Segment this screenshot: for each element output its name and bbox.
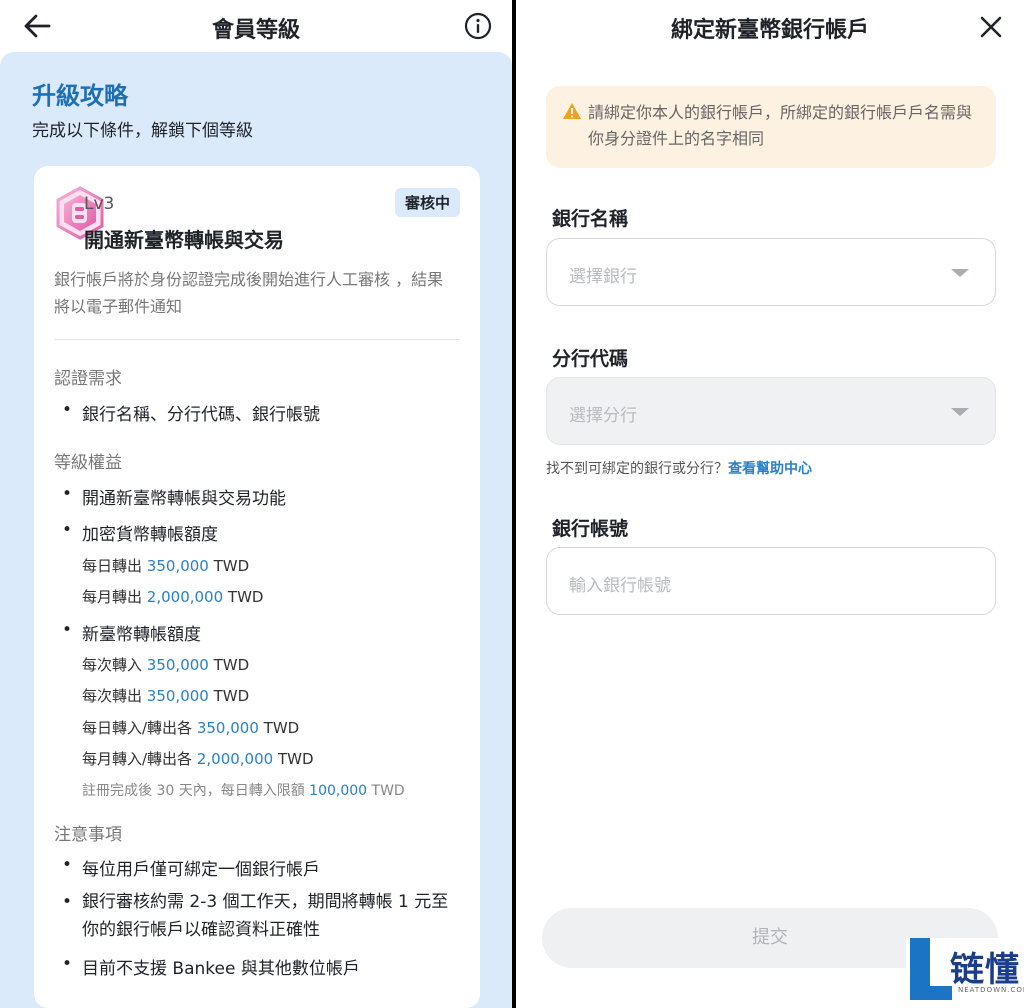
page-title: 綁定新臺幣銀行帳戶 [670, 18, 869, 43]
account-number-label: 銀行帳號 [552, 518, 629, 540]
chevron-down-icon [951, 408, 969, 416]
page-title: 會員等級 [211, 18, 300, 43]
limit-row: 每次轉入 350,000 TWD [82, 656, 250, 674]
divider [54, 339, 460, 340]
account-number-placeholder: 輸入銀行帳號 [569, 576, 671, 596]
section-notes: 注意事項 [54, 825, 122, 845]
chevron-down-icon [951, 269, 969, 277]
guide-subtitle: 完成以下條件，解鎖下個等級 [32, 121, 253, 141]
logo-text: 链懂 [950, 950, 1020, 990]
close-icon[interactable] [978, 14, 1004, 40]
guide-title: 升級攻略 [32, 82, 128, 110]
limit-row: 每日轉出 350,000 TWD [82, 557, 250, 575]
level-description: 銀行帳戶將於身份認證完成後開始進行人工審核 ，結果將以電子郵件通知 [54, 270, 444, 316]
logo-mark [910, 986, 952, 1000]
list-item: 開通新臺幣轉帳與交易功能 [62, 484, 286, 509]
bank-name-label: 銀行名稱 [552, 208, 629, 230]
help-center-link[interactable]: 查看幫助中心 [728, 461, 812, 477]
help-hint: 找不到可綁定的銀行或分行？查看幫助中心 [546, 461, 812, 477]
warning-text: 請綁定你本人的銀行帳戶，所綁定的銀行帳戶戶名需與你身分證件上的名字相同 [588, 103, 973, 148]
info-icon[interactable] [464, 12, 492, 40]
level-title: 開通新臺幣轉帳與交易 [84, 228, 284, 252]
list-item: 每位用戶僅可綁定一個銀行帳戶 [62, 855, 320, 880]
limit-row: 每月轉出 2,000,000 TWD [82, 588, 264, 606]
level-label: Lv3 [84, 194, 115, 214]
limit-note: 註冊完成後 30 天內，每日轉入限額 100,000 TWD [82, 783, 405, 799]
bank-select-placeholder: 選擇銀行 [569, 267, 637, 287]
warning-banner: 請綁定你本人的銀行帳戶，所綁定的銀行帳戶戶名需與你身分證件上的名字相同 [546, 86, 996, 168]
bank-select[interactable]: 選擇銀行 [546, 238, 996, 306]
account-number-input[interactable]: 輸入銀行帳號 [546, 547, 996, 615]
warning-icon [563, 103, 581, 119]
limit-row: 每月轉入/轉出各 2,000,000 TWD [82, 750, 314, 768]
list-item: 銀行審核約需 2-3 個工作天，期間將轉帳 1 元至你的銀行帳戶以確認資料正確性 [62, 888, 462, 944]
list-item: 新臺幣轉帳額度 [62, 620, 201, 645]
status-badge: 審核中 [394, 188, 460, 217]
header: 會員等級 [0, 0, 512, 52]
branch-select-placeholder: 選擇分行 [569, 406, 637, 426]
branch-select[interactable]: 選擇分行 [546, 377, 996, 445]
member-level-screen: 會員等級 升級攻略 完成以下條件，解鎖下個等級 審核中 Lv3 開通新臺幣轉帳與… [0, 0, 512, 1008]
section-requirements: 認證需求 [54, 369, 122, 389]
limit-row: 每日轉入/轉出各 350,000 TWD [82, 719, 300, 737]
list-item: 目前不支援 Bankee 與其他數位帳戶 [62, 954, 360, 979]
list-item: 加密貨幣轉帳額度 [62, 520, 218, 545]
watermark-logo: 链懂 NEATDOWN.COM [906, 938, 1024, 1008]
bind-bank-account-screen: 綁定新臺幣銀行帳戶 請綁定你本人的銀行帳戶，所綁定的銀行帳戶戶名需與你身分證件上… [516, 0, 1024, 1008]
logo-subtext: NEATDOWN.COM [958, 986, 1024, 994]
limit-row: 每次轉出 350,000 TWD [82, 687, 250, 705]
branch-code-label: 分行代碼 [552, 348, 629, 370]
list-item: 銀行名稱、分行代碼、銀行帳號 [62, 400, 320, 425]
section-benefits: 等級權益 [54, 453, 122, 473]
